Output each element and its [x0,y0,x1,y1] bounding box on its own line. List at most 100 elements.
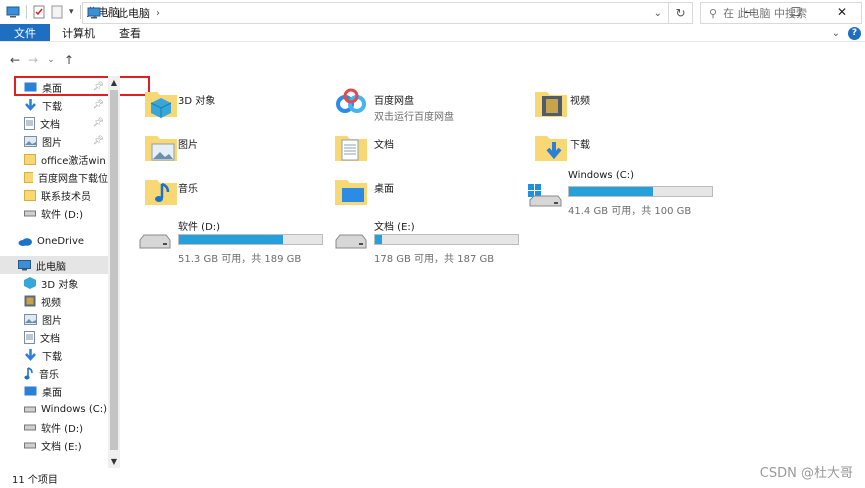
sidebar-item-drive-c[interactable]: Windows (C:) [0,400,108,418]
toolbar-divider [26,5,27,19]
baidu-netdisk-icon [336,88,366,113]
music-note-icon [24,366,33,379]
item-name: 音乐 [178,184,198,195]
sidebar-item-folder[interactable]: 联系技术员 [0,186,108,204]
breadcrumb-separator[interactable]: › [156,8,160,19]
download-arrow-icon [25,349,36,361]
sidebar-item-desktop[interactable]: 桌面 [0,382,108,400]
documents-folder-icon [335,136,367,161]
sidebar-item-documents[interactable]: 文档 [0,328,108,346]
drive-name: 文档 (E:) [374,222,415,233]
sidebar-item-pictures[interactable]: 图片 [0,310,108,328]
quick-access-toolbar: ▾ [0,0,81,24]
drive-free-space: 41.4 GB 可用，共 100 GB [568,206,692,217]
sidebar-item-downloads[interactable]: 下载 📌︎ [0,96,108,114]
item-name: 文档 [374,140,394,151]
tab-view[interactable]: 查看 [107,24,153,41]
cloud-icon [18,237,32,246]
tab-file[interactable]: 文件 [0,24,50,41]
drive-d[interactable]: 软件 (D:) 51.3 GB 可用，共 189 GB [138,218,338,266]
ribbon-right-controls: ⌄ ? [832,24,861,42]
folder-videos[interactable]: 视频 [534,80,724,126]
pin-icon[interactable]: 📌︎ [93,100,104,110]
app-baidu-netdisk[interactable]: 百度网盘 双击运行百度网盘 [334,80,524,126]
properties-icon[interactable] [33,5,45,19]
drive-free-space: 51.3 GB 可用，共 189 GB [178,254,302,265]
scroll-up-icon[interactable]: ▲ [108,78,120,87]
toolbar-divider [79,5,81,19]
sidebar-item-label: 音乐 [39,369,59,381]
drive-e[interactable]: 文档 (E:) 178 GB 可用，共 187 GB [334,218,534,266]
search-input[interactable] [723,6,844,20]
back-arrow-icon[interactable]: ← [6,53,24,67]
new-folder-icon[interactable] [51,5,63,19]
customize-toolbar-icon[interactable]: ▾ [69,7,74,17]
sidebar-item-this-pc[interactable]: 此电脑 [0,256,108,274]
drive-name: Windows (C:) [568,170,634,181]
pin-icon[interactable]: 📌︎ [93,136,104,146]
item-name: 百度网盘 [374,96,414,107]
search-box[interactable]: ⚲ [700,2,862,24]
pictures-folder-icon [145,136,177,161]
sidebar-item-label: 软件 (D:) [41,423,84,435]
folder-desktop[interactable]: 桌面 [334,168,524,214]
drive-icon [24,210,36,217]
sidebar-item-drive-e[interactable]: 文档 (E:) [0,436,108,454]
sidebar-item-label: 桌面 [42,387,62,399]
picture-icon [24,135,37,147]
sidebar-item-drive[interactable]: 软件 (D:) [0,204,108,222]
address-bar[interactable]: › 此电脑 › ⌄ [82,2,669,24]
sidebar-item-3d-objects[interactable]: 3D 对象 [0,274,108,292]
sidebar-item-label: 百度网盘下载位 [38,173,108,185]
sidebar-item-folder[interactable]: 百度网盘下载位 [0,168,108,186]
cube-icon [24,277,36,289]
folder-3d-objects[interactable]: 3D 对象 [144,80,334,126]
address-dropdown-icon[interactable]: ⌄ [654,8,662,19]
help-icon[interactable]: ? [848,26,861,40]
folder-music[interactable]: 音乐 [144,168,334,214]
up-arrow-icon[interactable]: ↑ [60,53,78,67]
sidebar-item-label: 文档 [40,333,60,345]
windows-drive-icon [528,184,562,207]
expand-ribbon-icon[interactable]: ⌄ [832,28,840,39]
folder-downloads[interactable]: 下载 [534,124,724,170]
sidebar-item-label: 此电脑 [36,261,66,273]
sidebar-item-label: office激活win [41,155,106,167]
folder-icon [24,171,33,183]
folder-documents[interactable]: 文档 [334,124,524,170]
downloads-folder-icon [535,136,567,161]
refresh-button[interactable]: ↻ [669,2,693,24]
sidebar-item-label: OneDrive [37,235,85,247]
sidebar-item-label: 3D 对象 [41,279,79,291]
forward-arrow-icon[interactable]: → [24,53,42,67]
breadcrumb-this-pc[interactable]: 此电脑 [117,5,150,21]
3d-objects-folder-icon [145,92,177,118]
drive-name: 软件 (D:) [178,222,221,233]
breadcrumb-separator[interactable]: › [107,8,111,19]
download-arrow-icon [25,99,36,111]
item-name: 桌面 [374,184,394,195]
scroll-down-icon[interactable]: ▼ [108,457,120,466]
sidebar-item-downloads[interactable]: 下载 [0,346,108,364]
sidebar-item-drive-d[interactable]: 软件 (D:) [0,418,108,436]
sidebar-item-onedrive[interactable]: OneDrive [0,232,108,250]
tab-computer[interactable]: 计算机 [50,24,107,41]
sidebar-scrollbar[interactable]: ▲ ▼ [108,76,120,468]
computer-icon[interactable] [6,6,20,18]
sidebar-item-music[interactable]: 音乐 [0,364,108,382]
watermark: CSDN @杜大哥 [759,466,853,481]
recent-locations-icon[interactable]: ⌄ [42,55,60,65]
drive-icon [24,424,36,431]
sidebar-item-documents[interactable]: 文档 📌︎ [0,114,108,132]
pin-icon[interactable]: 📌︎ [93,118,104,128]
folder-pictures[interactable]: 图片 [144,124,334,170]
drive-usage-bar [178,234,323,245]
sidebar-item-pictures[interactable]: 图片 📌︎ [0,132,108,150]
item-name: 下载 [570,140,590,151]
sidebar-item-videos[interactable]: 视频 [0,292,108,310]
sidebar-item-folder[interactable]: office激活win [0,150,108,168]
item-name: 视频 [570,96,590,107]
item-name: 3D 对象 [178,96,216,107]
scrollbar-thumb[interactable] [110,90,118,450]
drive-c[interactable]: Windows (C:) 41.4 GB 可用，共 100 GB [528,170,728,218]
